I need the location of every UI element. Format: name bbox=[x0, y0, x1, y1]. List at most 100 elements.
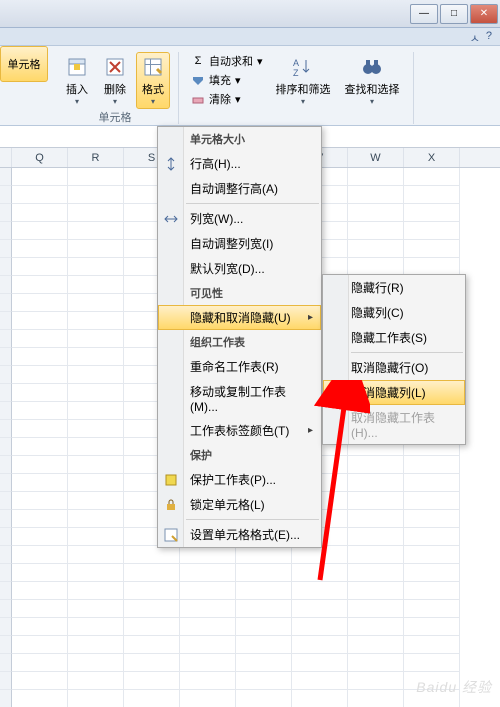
cell[interactable] bbox=[292, 636, 348, 654]
cell[interactable] bbox=[348, 690, 404, 707]
cell[interactable] bbox=[0, 222, 12, 240]
menu-rename-sheet[interactable]: 重命名工作表(R) bbox=[158, 354, 321, 379]
cell[interactable] bbox=[180, 582, 236, 600]
cell[interactable] bbox=[236, 582, 292, 600]
col-header[interactable]: X bbox=[404, 148, 460, 167]
cell[interactable] bbox=[404, 636, 460, 654]
maximize-button[interactable]: □ bbox=[440, 4, 468, 24]
cell[interactable] bbox=[12, 456, 68, 474]
cell[interactable] bbox=[0, 420, 12, 438]
close-button[interactable]: ✕ bbox=[470, 4, 498, 24]
autosum-button[interactable]: Σ 自动求和 ▾ bbox=[187, 52, 267, 70]
cell[interactable] bbox=[68, 582, 124, 600]
format-button[interactable]: 格式 ▾ bbox=[136, 52, 170, 109]
cell[interactable] bbox=[236, 654, 292, 672]
cell[interactable] bbox=[348, 600, 404, 618]
cell[interactable] bbox=[68, 240, 124, 258]
cell[interactable] bbox=[0, 348, 12, 366]
cell[interactable] bbox=[68, 672, 124, 690]
cell[interactable] bbox=[348, 186, 404, 204]
cell[interactable] bbox=[292, 546, 348, 564]
fill-button[interactable]: 填充 ▾ bbox=[187, 71, 267, 89]
insert-button[interactable]: 插入 ▾ bbox=[60, 52, 94, 109]
cell[interactable] bbox=[180, 636, 236, 654]
cell[interactable] bbox=[348, 240, 404, 258]
cell[interactable] bbox=[0, 672, 12, 690]
cell[interactable] bbox=[68, 420, 124, 438]
cell[interactable] bbox=[12, 258, 68, 276]
cell[interactable] bbox=[12, 492, 68, 510]
cell[interactable] bbox=[348, 510, 404, 528]
cell[interactable] bbox=[0, 312, 12, 330]
minimize-button[interactable]: — bbox=[410, 4, 438, 24]
cell[interactable] bbox=[348, 168, 404, 186]
cell[interactable] bbox=[236, 672, 292, 690]
cell[interactable] bbox=[0, 618, 12, 636]
cell[interactable] bbox=[348, 492, 404, 510]
cell[interactable] bbox=[124, 582, 180, 600]
cell[interactable] bbox=[68, 618, 124, 636]
cell[interactable] bbox=[12, 186, 68, 204]
cell[interactable] bbox=[0, 204, 12, 222]
cell[interactable] bbox=[68, 474, 124, 492]
cell[interactable] bbox=[12, 348, 68, 366]
menu-format-cells[interactable]: 设置单元格格式(E)... bbox=[158, 522, 321, 547]
cell[interactable] bbox=[0, 330, 12, 348]
menu-protect-sheet[interactable]: 保护工作表(P)... bbox=[158, 467, 321, 492]
cell[interactable] bbox=[404, 204, 460, 222]
cell[interactable] bbox=[180, 690, 236, 707]
cell[interactable] bbox=[12, 312, 68, 330]
cell[interactable] bbox=[0, 564, 12, 582]
cell[interactable] bbox=[124, 618, 180, 636]
submenu-unhide-rows[interactable]: 取消隐藏行(O) bbox=[323, 355, 465, 380]
cell[interactable] bbox=[348, 618, 404, 636]
cell[interactable] bbox=[292, 618, 348, 636]
find-select-button[interactable]: 查找和选择 ▾ bbox=[340, 52, 405, 109]
cell[interactable] bbox=[236, 690, 292, 707]
cell[interactable] bbox=[12, 276, 68, 294]
cell[interactable] bbox=[0, 600, 12, 618]
cell[interactable] bbox=[124, 636, 180, 654]
cell[interactable] bbox=[68, 330, 124, 348]
cell[interactable] bbox=[12, 636, 68, 654]
cell[interactable] bbox=[404, 582, 460, 600]
cell[interactable] bbox=[0, 168, 12, 186]
cell[interactable] bbox=[12, 528, 68, 546]
cell[interactable] bbox=[236, 600, 292, 618]
cell[interactable] bbox=[236, 546, 292, 564]
cell[interactable] bbox=[404, 492, 460, 510]
cell[interactable] bbox=[0, 294, 12, 312]
cell[interactable] bbox=[348, 456, 404, 474]
cell[interactable] bbox=[404, 564, 460, 582]
cell[interactable] bbox=[180, 564, 236, 582]
cell[interactable] bbox=[236, 564, 292, 582]
cell[interactable] bbox=[68, 276, 124, 294]
menu-hide-unhide[interactable]: 隐藏和取消隐藏(U) ▸ bbox=[158, 305, 321, 330]
cell[interactable] bbox=[68, 690, 124, 707]
cell[interactable] bbox=[68, 222, 124, 240]
menu-autofit-row[interactable]: 自动调整行高(A) bbox=[158, 176, 321, 201]
menu-col-width[interactable]: 列宽(W)... bbox=[158, 206, 321, 231]
cell[interactable] bbox=[0, 456, 12, 474]
cell[interactable] bbox=[12, 420, 68, 438]
cell[interactable] bbox=[404, 186, 460, 204]
cell[interactable] bbox=[180, 654, 236, 672]
cell[interactable] bbox=[124, 600, 180, 618]
cell[interactable] bbox=[348, 546, 404, 564]
cell[interactable] bbox=[12, 690, 68, 707]
cell[interactable] bbox=[404, 474, 460, 492]
cell[interactable] bbox=[68, 204, 124, 222]
cell[interactable] bbox=[348, 204, 404, 222]
cell[interactable] bbox=[12, 618, 68, 636]
cell[interactable] bbox=[68, 402, 124, 420]
cell[interactable] bbox=[0, 528, 12, 546]
cell[interactable] bbox=[12, 654, 68, 672]
cell[interactable] bbox=[0, 366, 12, 384]
cell[interactable] bbox=[348, 654, 404, 672]
cell[interactable] bbox=[68, 492, 124, 510]
cell[interactable] bbox=[12, 168, 68, 186]
submenu-hide-sheet[interactable]: 隐藏工作表(S) bbox=[323, 325, 465, 350]
col-header[interactable]: Q bbox=[12, 148, 68, 167]
cell[interactable] bbox=[12, 438, 68, 456]
cell[interactable] bbox=[68, 258, 124, 276]
